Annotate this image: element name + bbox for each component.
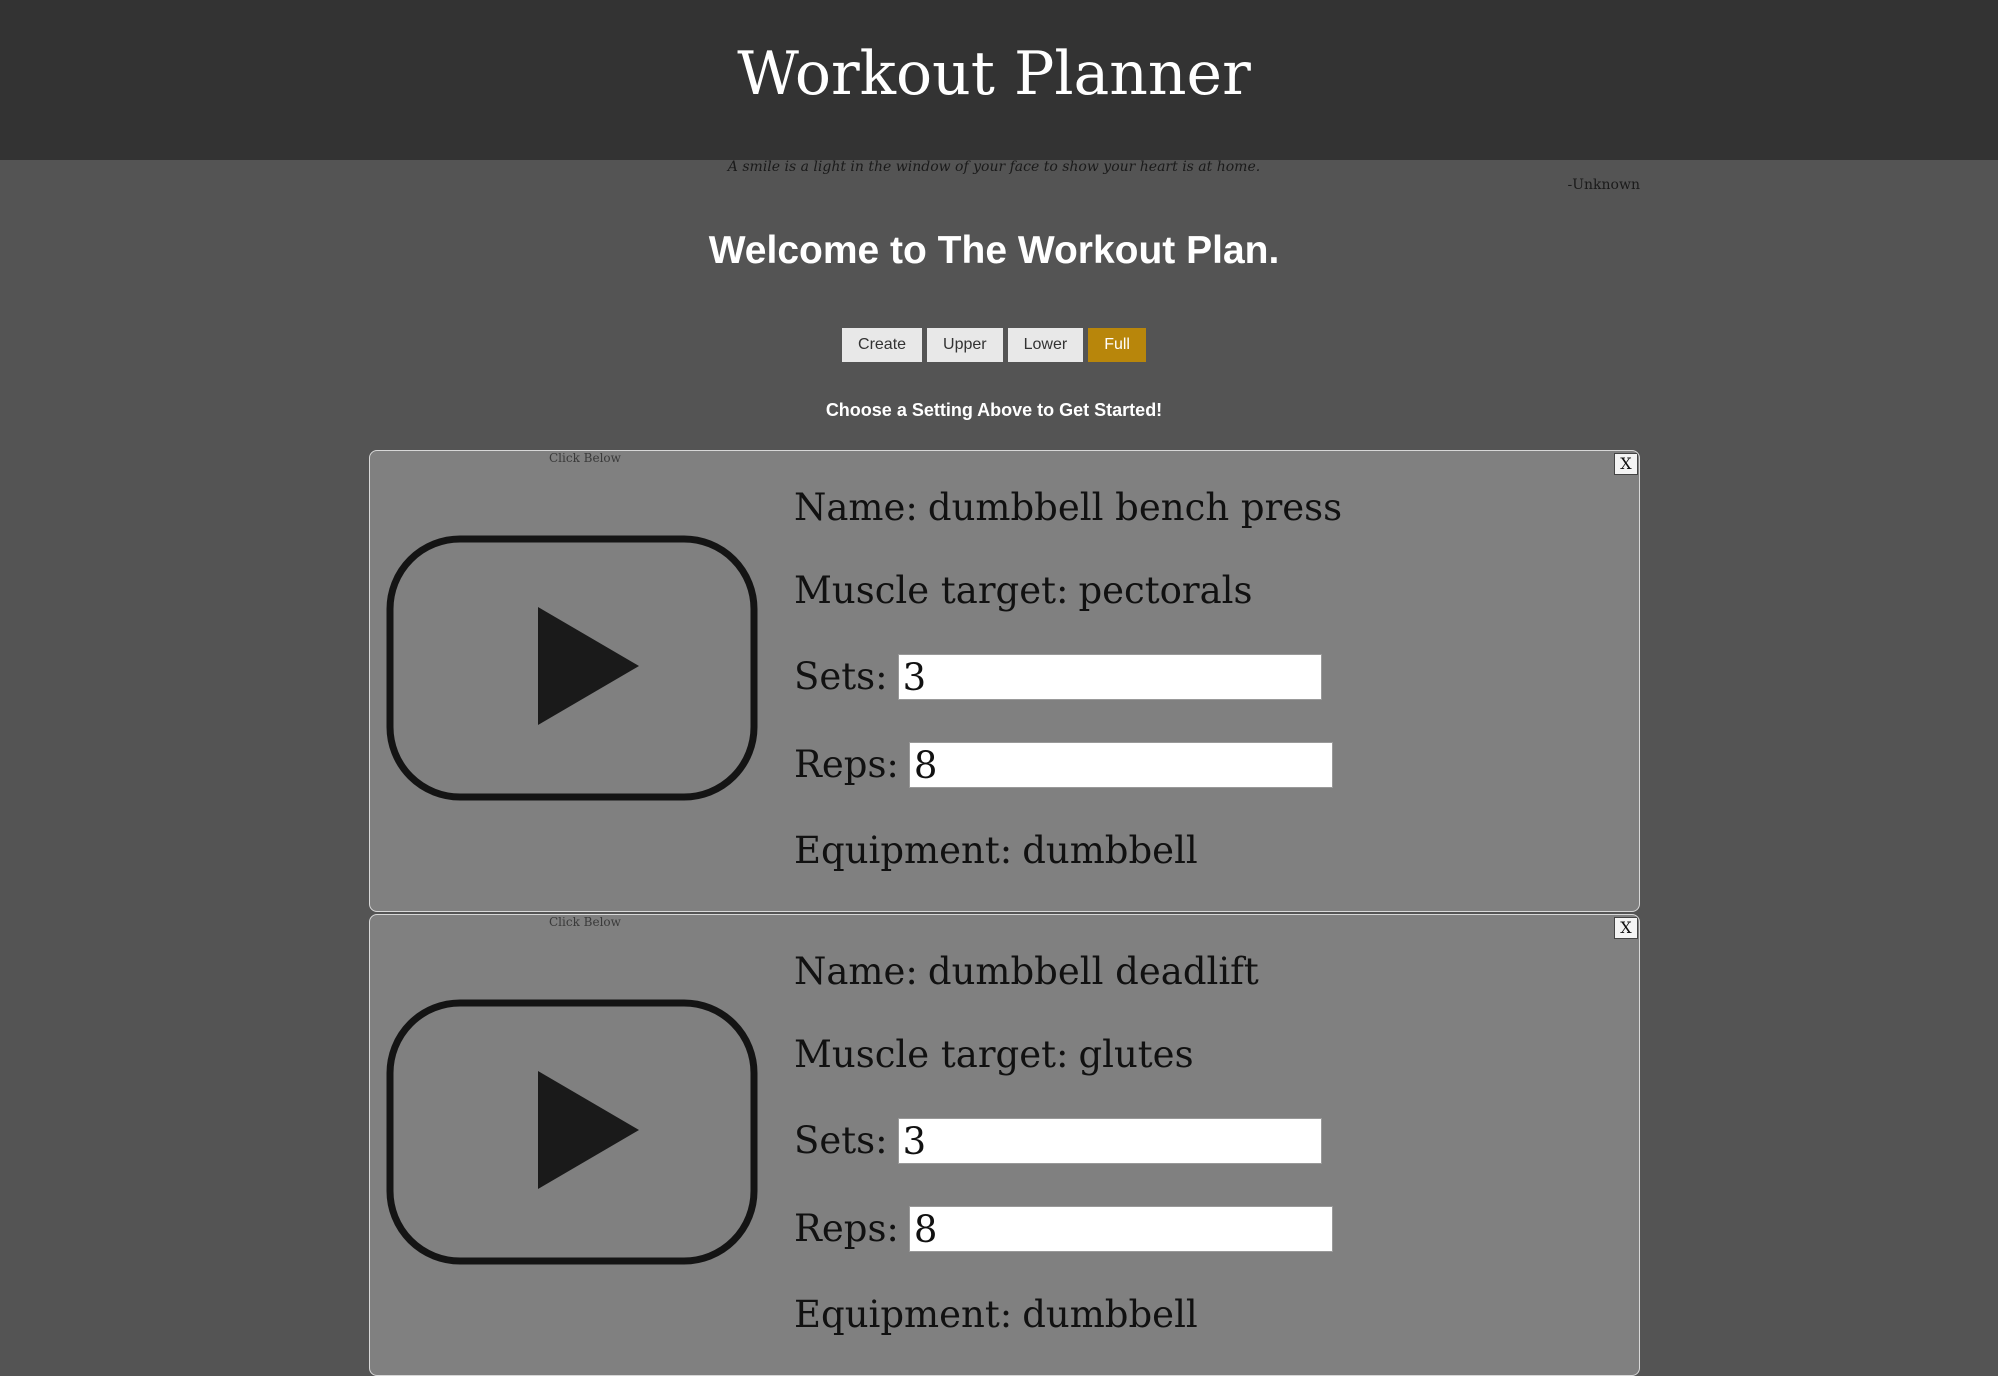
reps-row: Reps:: [794, 1206, 1333, 1252]
muscle-label: Muscle target:: [794, 569, 1069, 612]
equipment-row: Equipment: dumbbell: [794, 1292, 1198, 1338]
sets-row: Sets:: [794, 654, 1322, 700]
equipment-value: dumbbell: [1022, 1293, 1198, 1336]
exercise-name: dumbbell deadlift: [927, 950, 1259, 993]
upper-button[interactable]: Upper: [927, 328, 1003, 362]
muscle-target: glutes: [1078, 1033, 1194, 1076]
play-video-icon[interactable]: [384, 533, 760, 803]
sets-input[interactable]: [897, 654, 1322, 700]
muscle-target: pectorals: [1078, 569, 1253, 612]
equipment-row: Equipment: dumbbell: [794, 828, 1198, 874]
reps-row: Reps:: [794, 742, 1333, 788]
create-button[interactable]: Create: [842, 328, 923, 362]
sets-row: Sets:: [794, 1118, 1322, 1164]
video-caption: Click Below: [549, 451, 621, 465]
close-card-button[interactable]: X: [1614, 917, 1638, 939]
header-bar: Workout Planner: [0, 0, 1998, 160]
muscle-target-row: Muscle target: glutes: [794, 1032, 1194, 1078]
reps-label: Reps:: [794, 1207, 899, 1250]
exercise-card: Click Below X Name: dumbbell deadlift Mu…: [369, 914, 1640, 1376]
muscle-target-row: Muscle target: pectorals: [794, 568, 1252, 614]
equipment-value: dumbbell: [1022, 829, 1198, 872]
full-button[interactable]: Full: [1088, 328, 1146, 362]
equipment-label: Equipment:: [794, 1293, 1013, 1336]
exercise-card: Click Below X Name: dumbbell bench press…: [369, 450, 1640, 912]
lower-button[interactable]: Lower: [1007, 328, 1084, 362]
mode-button-group: Create Upper Lower Full: [0, 328, 1988, 362]
video-caption: Click Below: [549, 915, 621, 929]
exercise-name: dumbbell bench press: [927, 486, 1343, 529]
close-card-button[interactable]: X: [1614, 453, 1638, 475]
name-label: Name:: [794, 950, 918, 993]
welcome-heading: Welcome to The Workout Plan.: [708, 229, 1280, 272]
reps-label: Reps:: [794, 743, 899, 786]
sets-input[interactable]: [897, 1118, 1322, 1164]
instructions-text: Choose a Setting Above to Get Started!: [825, 400, 1163, 420]
muscle-label: Muscle target:: [794, 1033, 1069, 1076]
play-video-icon[interactable]: [384, 997, 760, 1267]
reps-input[interactable]: [908, 742, 1333, 788]
equipment-label: Equipment:: [794, 829, 1013, 872]
sets-label: Sets:: [794, 655, 888, 698]
app-title: Workout Planner: [737, 39, 1251, 109]
sets-label: Sets:: [794, 1119, 888, 1162]
name-label: Name:: [794, 486, 918, 529]
exercise-name-row: Name: dumbbell deadlift: [794, 949, 1259, 995]
exercise-name-row: Name: dumbbell bench press: [794, 485, 1342, 531]
quote-text: A smile is a light in the window of your…: [727, 159, 1261, 175]
quote-author: -Unknown: [1567, 177, 1640, 193]
reps-input[interactable]: [908, 1206, 1333, 1252]
